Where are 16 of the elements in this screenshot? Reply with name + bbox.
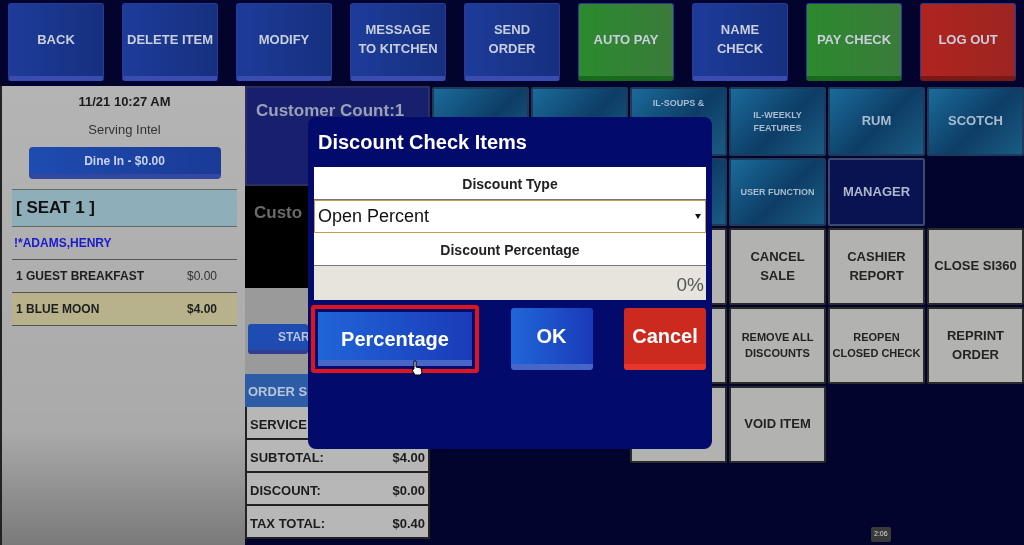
summary-value: $4.00 [392,448,425,467]
summary-value: $0.40 [392,514,425,533]
item-price: $4.00 [186,300,217,318]
item-name: 1 BLUE MOON [16,300,100,318]
item-price: $0.00 [186,267,217,285]
item-name: 1 GUEST BREAKFAST [16,267,144,285]
summary-label: DISCOUNT: [250,481,321,500]
server-name: Serving Intel [87,120,162,139]
field-label: Discount Type [314,167,706,200]
customer-name: !*ADAMS,HENRY [12,226,237,260]
summary-value: $0.00 [392,481,425,500]
summary-label: SERVICE [250,415,307,434]
field-label: Discount Percentage [314,233,706,266]
summary-label: TAX TOTAL: [250,514,326,533]
date-time: 11/21 10:27 AM [77,93,172,111]
summary-label: SUBTOTAL: [250,448,324,467]
